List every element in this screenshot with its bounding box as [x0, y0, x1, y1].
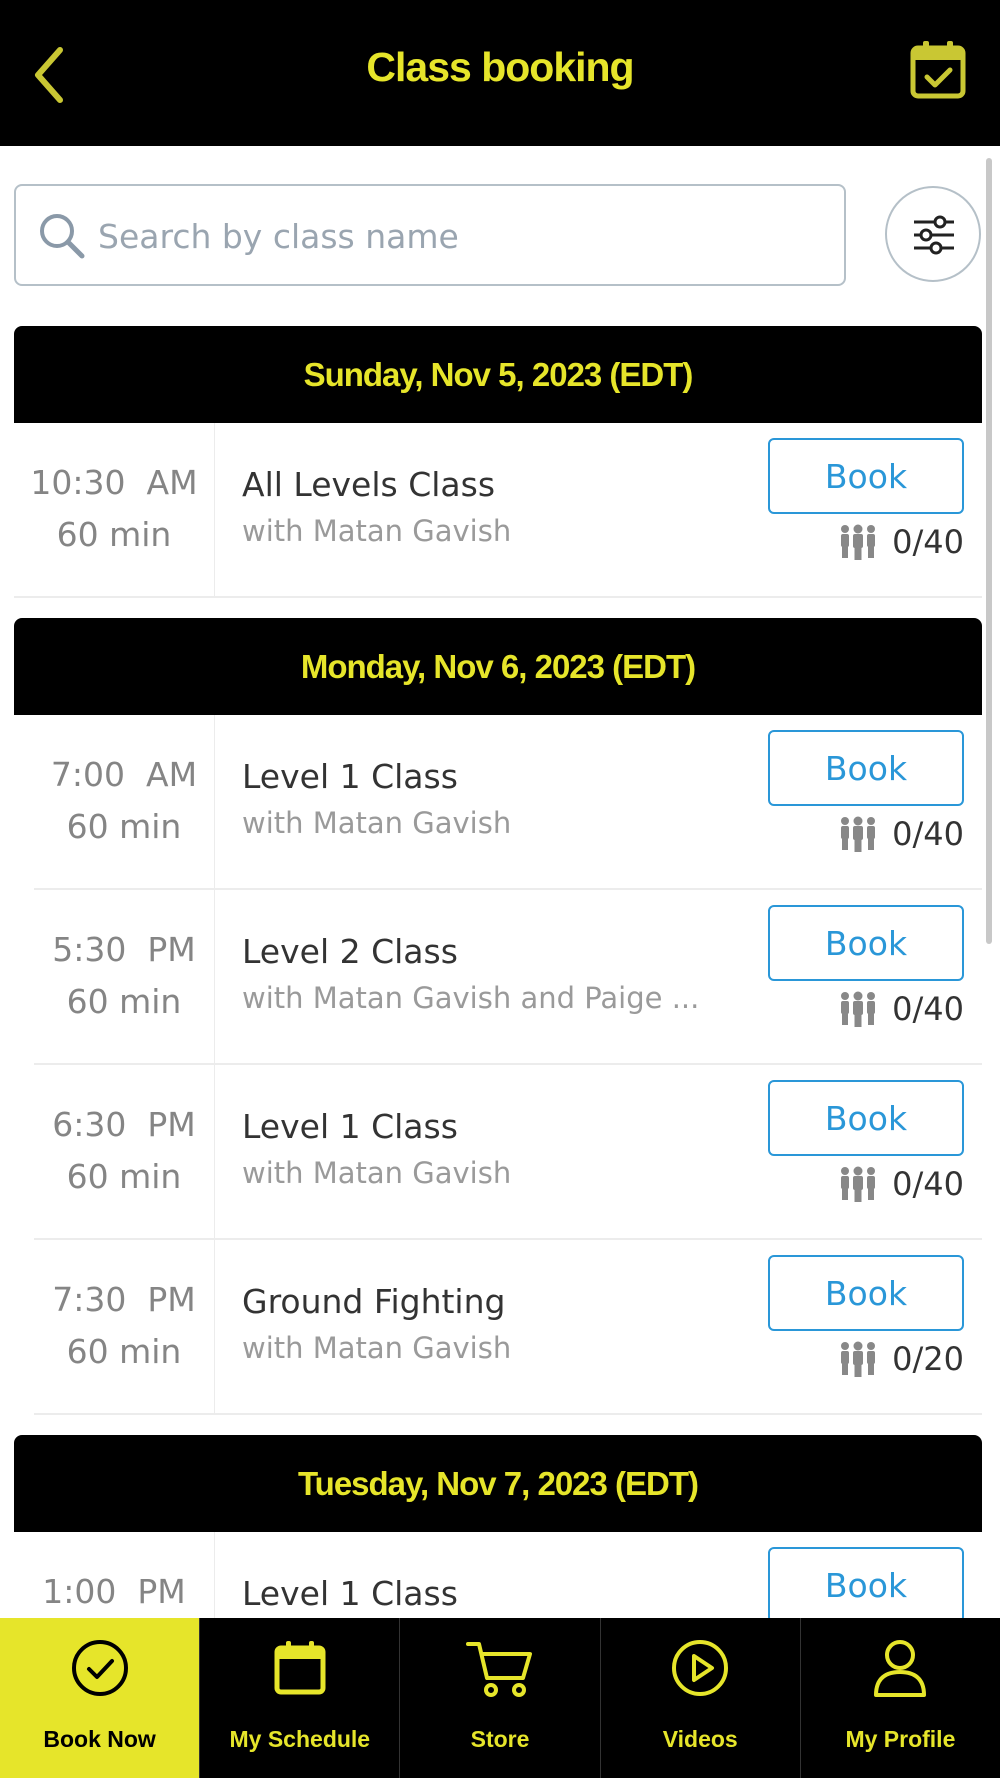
calendar-icon	[274, 1641, 326, 1695]
nav-store[interactable]: Store	[399, 1618, 599, 1778]
capacity: 0/40	[838, 1165, 964, 1203]
class-row[interactable]: 5:30 PM 60 min Level 2 Class with Matan …	[34, 890, 982, 1065]
time-column: 1:00 PM	[14, 1532, 215, 1618]
class-row[interactable]: 6:30 PM 60 min Level 1 Class with Matan …	[34, 1065, 982, 1240]
nav-label: My Profile	[845, 1726, 956, 1752]
class-time: 1:00 PM	[42, 1572, 186, 1611]
class-row[interactable]: 1:00 PM Level 1 Class Book	[14, 1532, 982, 1618]
capacity: 0/40	[838, 815, 964, 853]
search-icon	[40, 214, 85, 259]
capacity-count: 0/20	[892, 1340, 964, 1378]
class-name: Level 2 Class	[242, 932, 458, 971]
class-info: Ground Fighting with Matan Gavish	[242, 1280, 511, 1372]
capacity: 0/40	[838, 523, 964, 561]
capacity-count: 0/40	[892, 1165, 964, 1203]
time-column: 7:00 AM 60 min	[34, 715, 215, 888]
class-duration: 60 min	[56, 515, 172, 554]
people-icon	[841, 1166, 876, 1202]
class-name: Level 1 Class	[242, 757, 458, 796]
day-section: Sunday, Nov 5, 2023 (EDT) 10:30 AM 60 mi…	[0, 326, 1000, 598]
user-icon	[874, 1640, 927, 1697]
nav-my-profile[interactable]: My Profile	[799, 1618, 1000, 1778]
book-button[interactable]: Book	[768, 730, 964, 806]
class-info: All Levels Class with Matan Gavish	[242, 463, 511, 555]
scrollbar[interactable]	[986, 158, 992, 944]
class-instructor: with Matan Gavish	[242, 1156, 512, 1190]
nav-my-schedule[interactable]: My Schedule	[199, 1618, 399, 1778]
class-duration: 60 min	[66, 807, 182, 846]
class-name: All Levels Class	[242, 465, 496, 504]
time-column: 10:30 AM 60 min	[14, 423, 215, 596]
class-name: Level 1 Class	[242, 1107, 458, 1146]
nav-label: My Schedule	[229, 1726, 371, 1752]
class-name: Ground Fighting	[242, 1282, 506, 1321]
capacity-count: 0/40	[892, 990, 964, 1028]
search-input[interactable]	[98, 206, 798, 266]
class-duration: 60 min	[66, 1157, 182, 1196]
filter-button[interactable]	[885, 186, 981, 282]
class-time: 6:30 PM	[52, 1105, 196, 1144]
book-button[interactable]: Book	[768, 905, 964, 981]
people-icon	[841, 991, 876, 1027]
class-time: 10:30 AM	[30, 463, 198, 502]
search-box[interactable]	[14, 184, 846, 286]
check-circle-icon	[71, 1640, 128, 1696]
class-row[interactable]: 7:00 AM 60 min Level 1 Class with Matan …	[34, 715, 982, 890]
class-instructor: with Matan Gavish	[242, 514, 512, 548]
app-header: Class booking	[0, 0, 1000, 146]
time-column: 6:30 PM 60 min	[34, 1065, 215, 1238]
class-duration: 60 min	[66, 1332, 182, 1371]
day-section: Monday, Nov 6, 2023 (EDT) 7:00 AM 60 min…	[0, 618, 1000, 1415]
people-icon	[841, 524, 876, 560]
nav-label: Store	[470, 1726, 530, 1752]
nav-label: Book Now	[43, 1726, 156, 1752]
class-info: Level 2 Class with Matan Gavish and Paig…	[242, 930, 699, 1022]
capacity: 0/20	[838, 1340, 964, 1378]
search-row	[0, 146, 1000, 326]
calendar-check-icon[interactable]	[910, 40, 966, 100]
nav-videos[interactable]: Videos	[599, 1618, 800, 1778]
time-column: 7:30 PM 60 min	[34, 1240, 215, 1413]
nav-book-now[interactable]: Book Now	[0, 1618, 200, 1778]
class-info: Level 1 Class with Matan Gavish	[242, 1105, 511, 1197]
class-list[interactable]: Sunday, Nov 5, 2023 (EDT) 10:30 AM 60 mi…	[0, 326, 1000, 1618]
class-instructor: with Matan Gavish	[242, 806, 512, 840]
book-button[interactable]: Book	[768, 438, 964, 514]
class-time: 5:30 PM	[52, 930, 196, 969]
people-icon	[841, 1341, 876, 1377]
play-circle-icon	[672, 1640, 729, 1696]
capacity-count: 0/40	[892, 523, 964, 561]
time-column: 5:30 PM 60 min	[34, 890, 215, 1063]
bottom-nav: Book Now My Schedule Store Videos My Pro…	[0, 1618, 1000, 1778]
class-info: Level 1 Class with Matan Gavish	[242, 755, 511, 847]
cart-icon	[466, 1642, 532, 1697]
day-header: Sunday, Nov 5, 2023 (EDT)	[14, 326, 982, 423]
capacity-count: 0/40	[892, 815, 964, 853]
class-instructor: with Matan Gavish and Paige ...	[242, 981, 700, 1015]
class-instructor: with Matan Gavish	[242, 1331, 512, 1365]
class-name: Level 1 Class	[242, 1574, 458, 1613]
sliders-icon	[914, 215, 954, 255]
nav-label: Videos	[662, 1726, 738, 1752]
day-header: Tuesday, Nov 7, 2023 (EDT)	[14, 1435, 982, 1532]
book-button[interactable]: Book	[768, 1547, 964, 1618]
class-row[interactable]: 10:30 AM 60 min All Levels Class with Ma…	[14, 423, 982, 598]
book-button[interactable]: Book	[768, 1080, 964, 1156]
capacity: 0/40	[838, 990, 964, 1028]
day-section: Tuesday, Nov 7, 2023 (EDT) 1:00 PM Level…	[0, 1435, 1000, 1618]
class-time: 7:00 AM	[50, 755, 198, 794]
people-icon	[841, 816, 876, 852]
class-info: Level 1 Class	[242, 1572, 458, 1616]
class-time: 7:30 PM	[52, 1280, 196, 1319]
day-header: Monday, Nov 6, 2023 (EDT)	[14, 618, 982, 715]
class-row[interactable]: 7:30 PM 60 min Ground Fighting with Mata…	[34, 1240, 982, 1415]
class-duration: 60 min	[66, 982, 182, 1021]
book-button[interactable]: Book	[768, 1255, 964, 1331]
page-title: Class booking	[366, 44, 634, 90]
